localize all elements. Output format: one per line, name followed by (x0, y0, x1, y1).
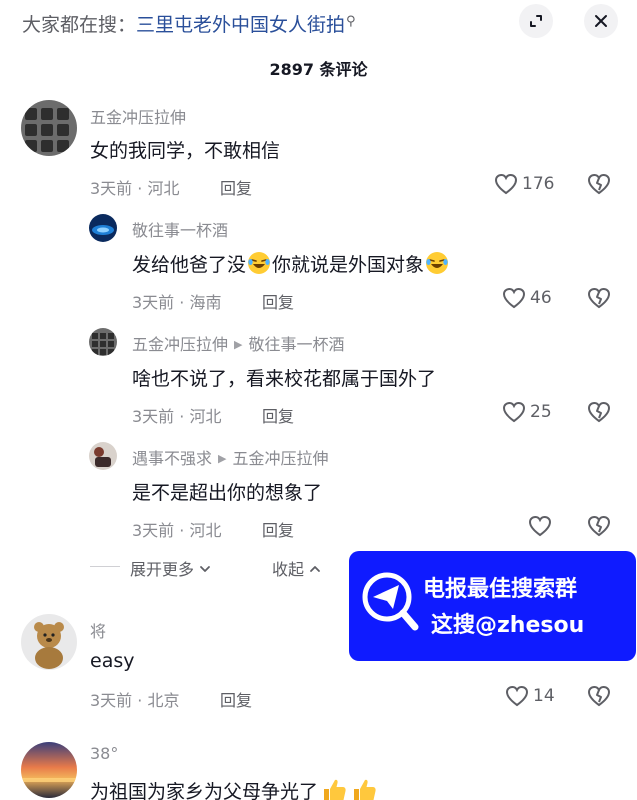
avatar[interactable] (21, 742, 77, 798)
username[interactable]: 38° (90, 744, 118, 763)
heart-icon (528, 515, 552, 537)
divider (90, 566, 120, 567)
heart-icon (494, 173, 518, 195)
comment-text-content: 为祖国为家乡为父母争光了 (90, 781, 319, 800)
reply-meta: 3天前 · 河北 (132, 407, 222, 426)
comment-meta: 3天前 · 河北 (90, 179, 180, 198)
username[interactable]: 五金冲压拉伸 (90, 104, 186, 128)
thumbs-up-emoji-icon (324, 779, 346, 800)
reply-button[interactable]: 回复 (262, 517, 294, 541)
reply-item: 五金冲压拉伸 ▶ 敬往事一杯酒 啥也不说了，看来校花都属于国外了 3天前 · 河北 … (0, 328, 637, 438)
dislike-button[interactable] (587, 401, 611, 427)
reply-meta: 3天前 · 海南 (132, 293, 222, 312)
expand-more-button[interactable]: 展开更多 (130, 556, 211, 580)
reply-button[interactable]: 回复 (220, 175, 252, 199)
avatar[interactable] (89, 214, 117, 242)
like-button[interactable]: 46 (502, 287, 552, 309)
like-count: 14 (533, 686, 555, 706)
username[interactable]: 五金冲压拉伸 (132, 335, 228, 354)
collapse-button[interactable]: 收起 (272, 556, 321, 580)
reply-button[interactable]: 回复 (262, 403, 294, 427)
avatar[interactable] (89, 442, 117, 470)
laughing-crying-emoji-icon (426, 252, 449, 274)
reply-text: 发给他爸了没 你就说是外国对象 (132, 250, 450, 277)
broken-heart-icon (587, 515, 611, 537)
heart-icon (502, 287, 526, 309)
search-prefix: 大家都在搜： (22, 14, 137, 36)
search-header: 大家都在搜：三里屯老外中国女人街拍⚲ (0, 0, 637, 44)
broken-heart-icon (587, 401, 611, 423)
avatar[interactable] (21, 100, 77, 156)
like-count: 46 (530, 288, 552, 308)
reply-text-part1: 发给他爸了没 (132, 254, 247, 276)
close-button[interactable] (584, 4, 618, 38)
username[interactable]: 遇事不强求 (132, 449, 212, 468)
reply-meta: 3天前 · 河北 (132, 521, 222, 540)
heart-icon (502, 401, 526, 423)
reply-item: 遇事不强求 ▶ 五金冲压拉伸 是不是超出你的想象了 3天前 · 河北 回复 (0, 442, 637, 552)
search-suggestion[interactable]: 大家都在搜：三里屯老外中国女人街拍⚲ (22, 8, 356, 39)
chevron-up-icon (310, 566, 321, 572)
dislike-button[interactable] (587, 173, 611, 199)
watermark-line1: 电报最佳搜索群 (423, 577, 578, 602)
like-button[interactable]: 25 (502, 401, 552, 423)
expand-button[interactable] (519, 4, 553, 38)
like-button[interactable] (528, 515, 556, 537)
laughing-crying-emoji-icon (248, 252, 271, 274)
reply-text-part2: 你就说是外国对象 (272, 254, 425, 276)
search-icon: ⚲ (346, 14, 356, 29)
broken-heart-icon (587, 685, 611, 707)
reply-item: 敬往事一杯酒 发给他爸了没 你就说是外国对象 3天前 · 海南 回复 46 (0, 214, 637, 324)
reply-arrow-icon: ▶ (234, 338, 243, 351)
dislike-button[interactable] (587, 287, 611, 313)
like-button[interactable]: 176 (494, 173, 554, 195)
reply-target-username[interactable]: 敬往事一杯酒 (248, 335, 344, 354)
like-button[interactable]: 14 (505, 685, 555, 707)
dislike-button[interactable] (587, 515, 611, 541)
thumbs-up-emoji-icon (354, 779, 376, 800)
search-term-link[interactable]: 三里屯老外中国女人街拍 (136, 14, 345, 36)
like-count: 25 (530, 402, 552, 422)
reply-button[interactable]: 回复 (262, 289, 294, 313)
close-icon (595, 15, 607, 27)
reply-target-username[interactable]: 五金冲压拉伸 (232, 449, 328, 468)
broken-heart-icon (587, 287, 611, 309)
like-count: 176 (522, 174, 555, 194)
avatar[interactable] (21, 614, 77, 670)
reply-button[interactable]: 回复 (220, 687, 252, 711)
chevron-down-icon (200, 566, 211, 572)
avatar[interactable] (89, 328, 117, 356)
reply-arrow-icon: ▶ (218, 452, 227, 465)
expand-more-label: 展开更多 (130, 560, 195, 579)
username-with-reply-target: 五金冲压拉伸 ▶ 敬往事一杯酒 (132, 331, 345, 355)
comment-item: 38° 为祖国为家乡为父母争光了 (0, 742, 637, 800)
broken-heart-icon (587, 173, 611, 195)
reply-text: 是不是超出你的想象了 (132, 482, 323, 504)
username[interactable]: 敬往事一杯酒 (132, 217, 228, 241)
comment-item: 将 easy 3天前 · 北京 回复 14 (0, 614, 637, 724)
username[interactable]: 将 (90, 618, 106, 642)
comment-text: easy (90, 650, 135, 672)
comment-text: 女的我同学，不敢相信 (90, 140, 281, 162)
comment-text: 为祖国为家乡为父母争光了 (90, 776, 378, 800)
username-with-reply-target: 遇事不强求 ▶ 五金冲压拉伸 (132, 445, 329, 469)
comment-item: 五金冲压拉伸 女的我同学，不敢相信 3天前 · 河北 回复 176 (0, 100, 637, 210)
reply-text: 啥也不说了，看来校花都属于国外了 (132, 368, 437, 390)
heart-icon (505, 685, 529, 707)
comment-meta: 3天前 · 北京 (90, 691, 180, 710)
comments-count-title: 2897 条评论 (269, 60, 368, 79)
collapse-label: 收起 (272, 560, 305, 579)
dislike-button[interactable] (587, 685, 611, 711)
expand-icon (530, 15, 542, 27)
